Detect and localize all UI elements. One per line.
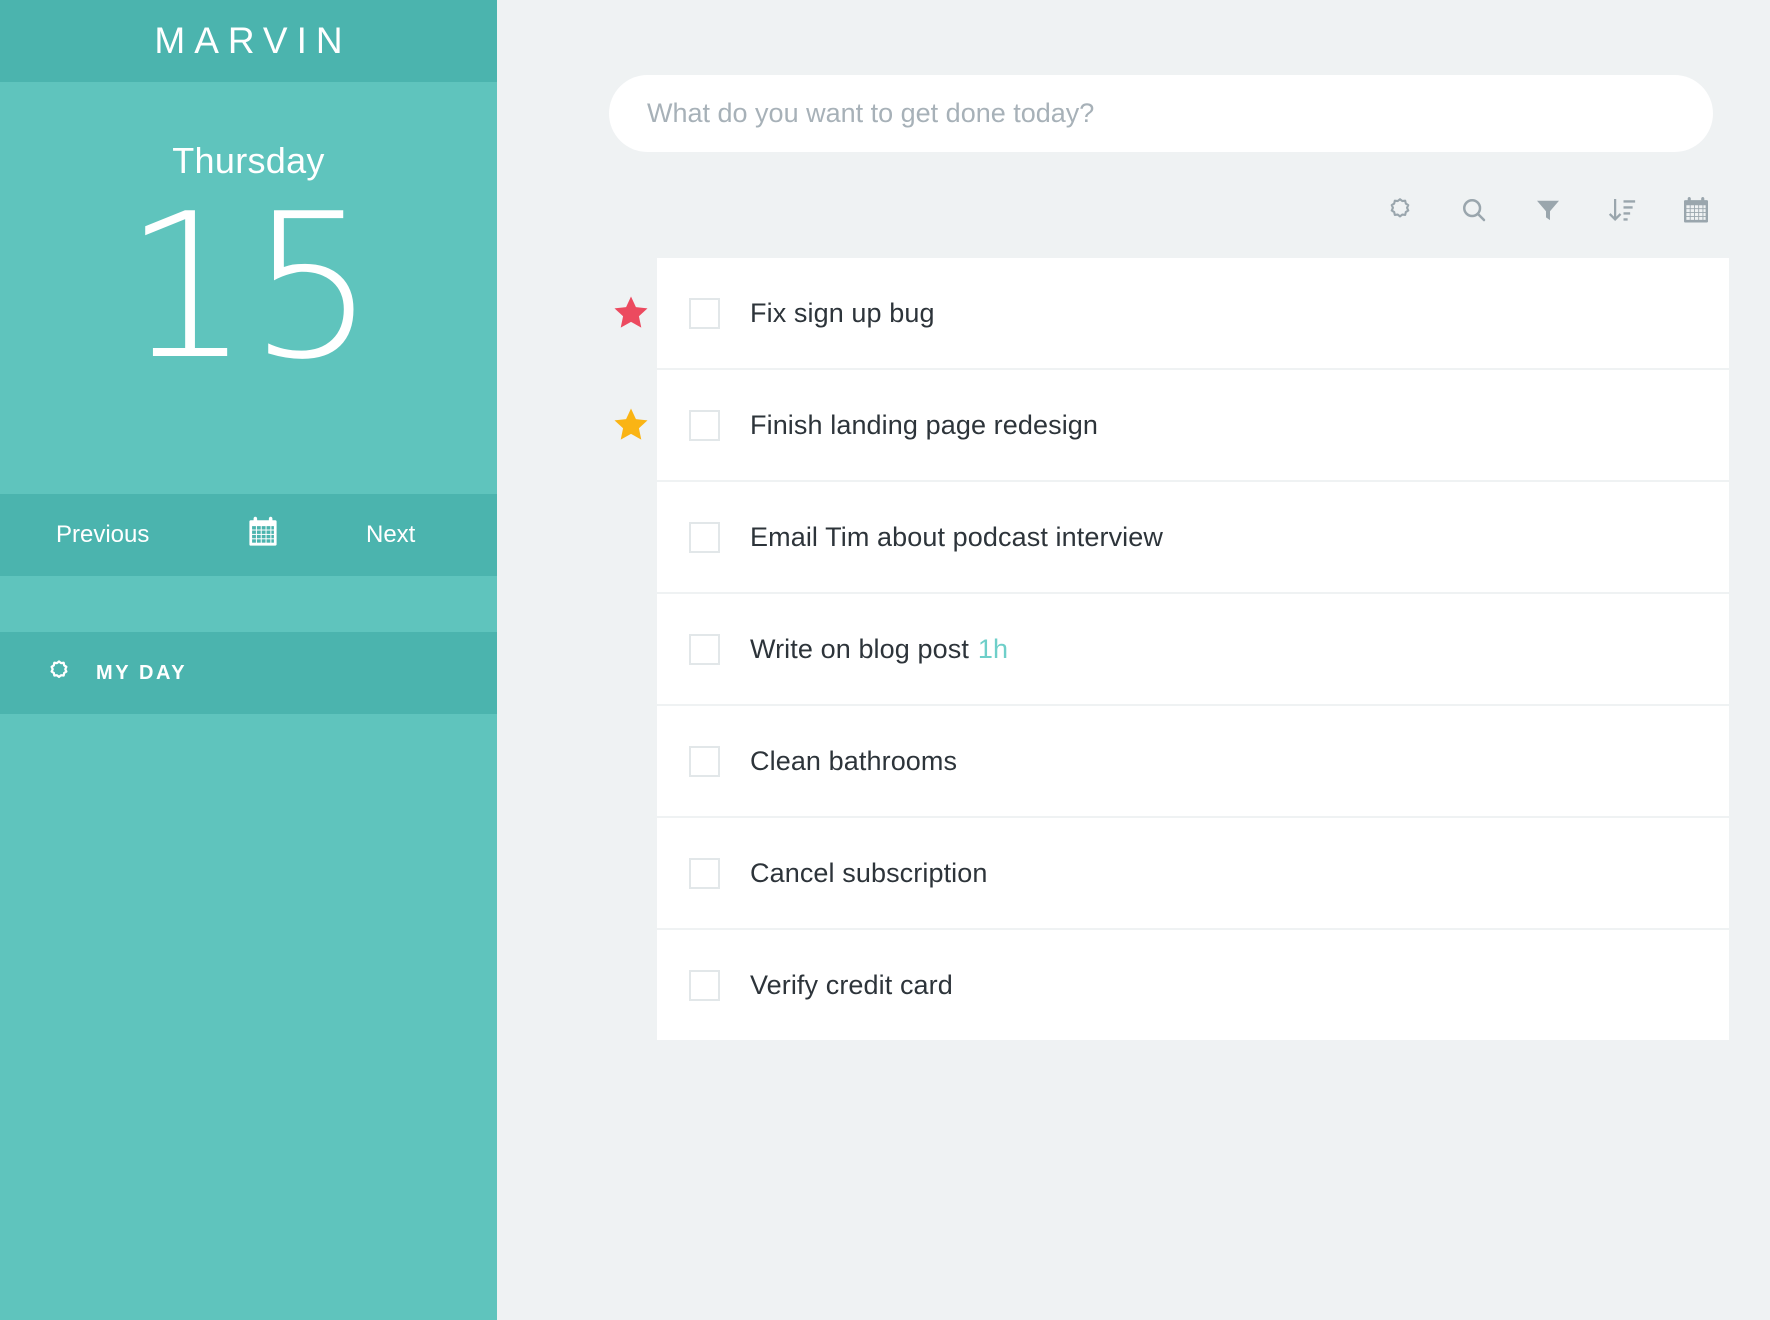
priority-star-icon[interactable] [609,403,653,447]
task-checkbox[interactable] [689,969,720,1001]
task-checkbox[interactable] [689,409,720,441]
task-card[interactable]: Write on blog post 1h [657,594,1729,704]
task-title: Finish landing page redesign [750,410,1098,441]
task-title-text: Email Tim about podcast interview [750,521,1163,552]
task-card[interactable]: Fix sign up bug [657,258,1729,368]
sidebar: MARVIN Thursday 15 Previous Next MY DAY [0,0,497,1320]
task-row[interactable]: Clean bathrooms [609,706,1729,816]
day-number: 15 [123,171,375,404]
app-root: MARVIN Thursday 15 Previous Next MY DAY … [0,0,1770,1320]
calendar-icon[interactable] [246,515,280,556]
task-row[interactable]: Finish landing page redesign [609,370,1729,480]
task-duration-badge[interactable]: 1h [978,634,1008,664]
task-title: Fix sign up bug [750,298,935,329]
quick-add-bar[interactable] [609,75,1713,152]
day-navigation: Previous Next [0,494,497,576]
task-list: Fix sign up bug Finish landing page redes… [609,258,1729,1042]
next-day-button[interactable]: Next [366,521,415,549]
task-row[interactable]: Fix sign up bug [609,258,1729,368]
task-title: Clean bathrooms [750,746,957,777]
priority-star-placeholder [609,739,653,783]
sidebar-empty-area [0,714,497,1320]
app-logo: MARVIN [154,20,352,61]
task-title-text: Cancel subscription [750,857,988,888]
task-title: Verify credit card [750,970,953,1001]
task-checkbox[interactable] [689,633,720,665]
sidebar-item-label: MY DAY [96,661,188,684]
task-row[interactable]: Verify credit card [609,930,1729,1040]
brand-bar: MARVIN [0,0,497,82]
task-card[interactable]: Cancel subscription [657,818,1729,928]
task-checkbox[interactable] [689,857,720,889]
quick-add-input[interactable] [647,98,1675,129]
task-checkbox[interactable] [689,745,720,777]
task-card[interactable]: Email Tim about podcast interview [657,482,1729,592]
priority-star-icon[interactable] [609,291,653,335]
sun-icon [46,658,72,689]
task-card[interactable]: Finish landing page redesign [657,370,1729,480]
task-title: Write on blog post 1h [750,634,1008,665]
sun-icon[interactable] [1383,193,1417,227]
filter-icon[interactable] [1531,193,1565,227]
task-toolbar [1383,193,1713,227]
priority-star-placeholder [609,515,653,559]
task-card[interactable]: Clean bathrooms [657,706,1729,816]
sidebar-item-my-day[interactable]: MY DAY [0,632,497,714]
task-card[interactable]: Verify credit card [657,930,1729,1040]
priority-star-placeholder [609,627,653,671]
task-title: Cancel subscription [750,858,988,889]
task-checkbox[interactable] [689,521,720,553]
task-checkbox[interactable] [689,297,720,329]
priority-star-placeholder [609,963,653,1007]
sort-icon[interactable] [1605,193,1639,227]
current-date-panel: Thursday 15 [0,82,497,494]
task-title-text: Write on blog post [750,633,969,664]
task-row[interactable]: Email Tim about podcast interview [609,482,1729,592]
sidebar-spacer [0,576,497,632]
search-icon[interactable] [1457,193,1491,227]
main-content: Fix sign up bug Finish landing page redes… [497,0,1770,1320]
task-title-text: Finish landing page redesign [750,409,1099,440]
task-title: Email Tim about podcast interview [750,522,1163,553]
task-title-text: Verify credit card [750,969,953,1000]
task-title-text: Clean bathrooms [750,745,958,776]
task-row[interactable]: Cancel subscription [609,818,1729,928]
calendar-icon[interactable] [1679,193,1713,227]
task-title-text: Fix sign up bug [750,297,935,328]
priority-star-placeholder [609,851,653,895]
task-row[interactable]: Write on blog post 1h [609,594,1729,704]
previous-day-button[interactable]: Previous [56,521,149,549]
